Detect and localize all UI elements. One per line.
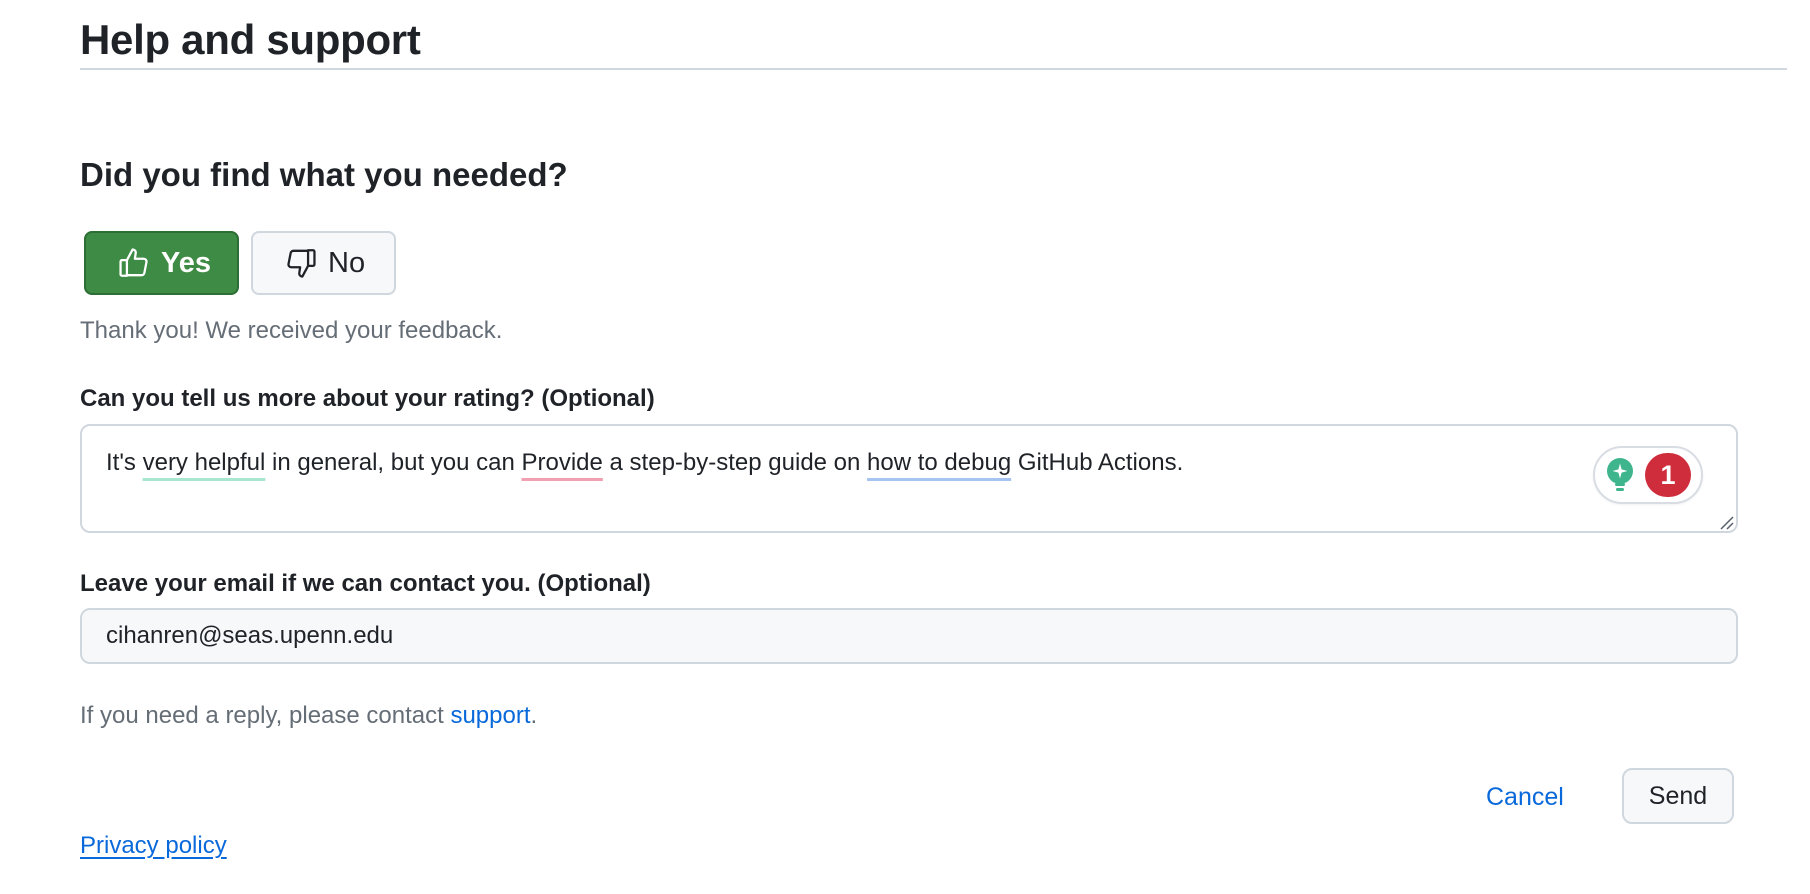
no-button[interactable]: No	[251, 231, 396, 295]
resize-handle-icon[interactable]	[1718, 514, 1734, 530]
feedback-confirmation: Thank you! We received your feedback.	[80, 317, 503, 344]
reply-note: If you need a reply, please contact supp…	[80, 701, 537, 731]
help-support-page: Help and support Did you find what you n…	[0, 0, 1810, 894]
email-field[interactable]	[80, 608, 1738, 664]
feedback-question: Did you find what you needed?	[80, 156, 568, 193]
rating-details-textarea[interactable]: It's very helpful in general, but you ca…	[80, 424, 1738, 533]
send-button[interactable]: Send	[1622, 768, 1734, 824]
rating-details-label: Can you tell us more about your rating? …	[80, 385, 655, 412]
text-segment: GitHub Actions.	[1011, 449, 1184, 476]
page-title: Help and support	[80, 16, 421, 63]
thumbs-down-icon	[287, 249, 316, 278]
reply-note-text: If you need a reply, please contact	[80, 702, 451, 729]
privacy-policy-link[interactable]: Privacy policy	[80, 831, 227, 861]
title-divider	[80, 68, 1787, 70]
support-link[interactable]: support	[450, 702, 530, 729]
text-segment: in general, but you can	[265, 449, 522, 476]
reply-note-suffix: .	[530, 702, 538, 729]
text-segment-correction[interactable]: Provide	[522, 449, 603, 476]
yes-button[interactable]: Yes	[84, 231, 239, 295]
cancel-button[interactable]: Cancel	[1486, 779, 1564, 815]
text-segment: a step-by-step guide on	[602, 449, 868, 476]
thumbs-up-icon	[119, 248, 148, 277]
text-segment-suggestion[interactable]: very helpful	[143, 449, 266, 476]
lightbulb-icon	[1607, 458, 1633, 491]
yes-label: Yes	[161, 246, 211, 279]
no-label: No	[328, 246, 366, 279]
text-segment-clarity[interactable]: how to debug	[867, 449, 1011, 476]
issue-count-badge: 1	[1645, 453, 1691, 497]
email-label: Leave your email if we can contact you. …	[80, 570, 651, 597]
text-segment: It's	[106, 449, 143, 476]
grammar-assistant-widget[interactable]: 1	[1593, 446, 1703, 504]
